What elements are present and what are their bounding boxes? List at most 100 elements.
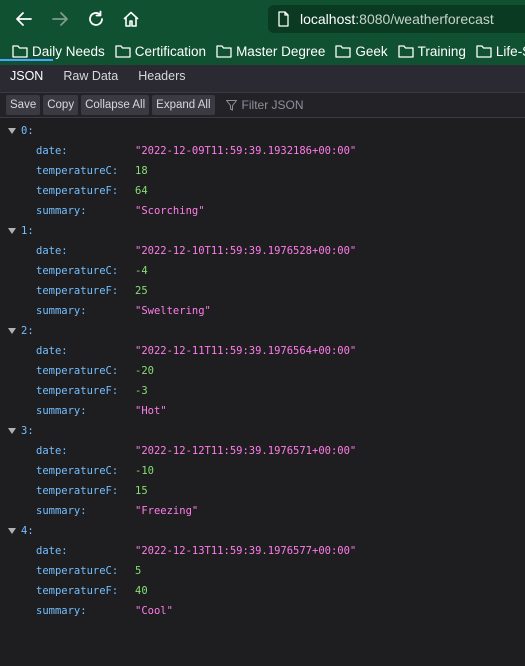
node-index: 3: xyxy=(21,425,34,437)
tree-row-temperaturec: temperatureC: 5 xyxy=(0,561,525,581)
value-string: "Sweltering" xyxy=(135,305,211,317)
tree-row-temperaturec: temperatureC: -4 xyxy=(0,261,525,281)
key-label: date: xyxy=(36,445,68,457)
key-label: summary: xyxy=(36,205,87,217)
value-string: "2022-12-11T11:59:39.1976564+00:00" xyxy=(135,345,357,357)
tree-row-date: date: "2022-12-11T11:59:39.1976564+00:00" xyxy=(0,341,525,361)
value-number: 64 xyxy=(135,185,148,197)
bookmark-label: Geek xyxy=(355,43,388,59)
value-number: -4 xyxy=(135,265,148,277)
bookmark-label: Daily Needs xyxy=(32,43,105,59)
node-index: 0: xyxy=(21,125,34,137)
tree-node-0[interactable]: 0: xyxy=(0,121,525,141)
expand-toggle-icon[interactable] xyxy=(8,428,16,434)
save-button[interactable]: Save xyxy=(6,95,41,115)
value-number: -20 xyxy=(135,365,154,377)
expand-toggle-icon[interactable] xyxy=(8,228,16,234)
bookmark-master-degree[interactable]: Master Degree xyxy=(216,44,325,59)
value-string: "2022-12-09T11:59:39.1932186+00:00" xyxy=(135,145,357,157)
folder-icon xyxy=(115,45,131,58)
tree-row-date: date: "2022-12-13T11:59:39.1976577+00:00" xyxy=(0,541,525,561)
tree-row-date: date: "2022-12-12T11:59:39.1976571+00:00" xyxy=(0,441,525,461)
tree-row-date: date: "2022-12-10T11:59:39.1976528+00:00" xyxy=(0,241,525,261)
key-label: temperatureC: xyxy=(36,265,119,277)
tree-node-1[interactable]: 1: xyxy=(0,221,525,241)
tree-row-summary: summary: "Sweltering" xyxy=(0,301,525,321)
tree-row-temperaturec: temperatureC: -10 xyxy=(0,461,525,481)
forward-button[interactable] xyxy=(48,7,72,31)
key-label: date: xyxy=(36,545,68,557)
back-button[interactable] xyxy=(12,7,36,31)
home-button[interactable] xyxy=(119,7,143,31)
key-label: temperatureF: xyxy=(36,185,119,197)
key-label: temperatureC: xyxy=(36,465,119,477)
bookmark-certification[interactable]: Certification xyxy=(115,44,206,59)
tree-row-temperaturef: temperatureF: 15 xyxy=(0,481,525,501)
value-string: "Cool" xyxy=(135,605,173,617)
tab-json[interactable]: JSON xyxy=(0,59,54,92)
collapse-all-button[interactable]: Collapse All xyxy=(81,95,150,115)
url-host: localhost xyxy=(300,11,356,27)
bookmark-label: Training xyxy=(417,43,466,59)
bookmark-daily-needs[interactable]: Daily Needs xyxy=(12,44,105,59)
key-label: temperatureC: xyxy=(36,565,119,577)
key-label: temperatureF: xyxy=(36,585,119,597)
json-tree: 0: date: "2022-12-09T11:59:39.1932186+00:… xyxy=(0,118,525,621)
home-icon xyxy=(123,11,139,27)
key-label: temperatureF: xyxy=(36,285,119,297)
tree-node-4[interactable]: 4: xyxy=(0,521,525,541)
value-number: 40 xyxy=(135,585,148,597)
bookmark-life-study[interactable]: Life-Study xyxy=(476,44,525,59)
tree-row-temperaturef: temperatureF: 40 xyxy=(0,581,525,601)
expand-toggle-icon[interactable] xyxy=(8,328,16,334)
value-string: "Scorching" xyxy=(135,205,205,217)
key-label: summary: xyxy=(36,405,87,417)
tab-raw-data[interactable]: Raw Data xyxy=(53,66,128,92)
tree-row-temperaturef: temperatureF: 64 xyxy=(0,181,525,201)
expand-toggle-icon[interactable] xyxy=(8,528,16,534)
expand-toggle-icon[interactable] xyxy=(8,128,16,134)
tree-row-temperaturec: temperatureC: -20 xyxy=(0,361,525,381)
value-string: "2022-12-10T11:59:39.1976528+00:00" xyxy=(135,245,357,257)
tree-node-3[interactable]: 3: xyxy=(0,421,525,441)
value-number: -3 xyxy=(135,385,148,397)
value-number: -10 xyxy=(135,465,154,477)
tree-row-summary: summary: "Hot" xyxy=(0,401,525,421)
key-label: temperatureF: xyxy=(36,385,119,397)
browser-toolbar: localhost:8080/weatherforecast xyxy=(0,0,525,37)
reload-icon xyxy=(89,10,103,26)
folder-icon xyxy=(216,45,232,58)
tab-headers[interactable]: Headers xyxy=(128,66,195,92)
page-info-icon[interactable] xyxy=(276,11,290,27)
bookmark-label: Master Degree xyxy=(236,43,326,59)
address-bar[interactable]: localhost:8080/weatherforecast xyxy=(268,5,525,33)
folder-icon xyxy=(397,45,414,58)
value-string: "Hot" xyxy=(135,405,167,417)
key-label: date: xyxy=(36,245,68,257)
expand-all-button[interactable]: Expand All xyxy=(152,95,215,115)
viewer-tabs: JSON Raw Data Headers xyxy=(0,59,525,93)
tree-row-date: date: "2022-12-09T11:59:39.1932186+00:00" xyxy=(0,141,525,161)
tree-row-temperaturef: temperatureF: -3 xyxy=(0,381,525,401)
node-index: 4: xyxy=(21,525,34,537)
filter-placeholder: Filter JSON xyxy=(241,98,304,112)
key-label: summary: xyxy=(36,605,87,617)
value-string: "2022-12-12T11:59:39.1976571+00:00" xyxy=(135,445,357,457)
bookmark-label: Life-Study xyxy=(495,43,525,59)
reload-button[interactable] xyxy=(84,7,108,31)
value-number: 18 xyxy=(135,165,148,177)
folder-icon xyxy=(335,45,352,58)
tree-node-2[interactable]: 2: xyxy=(0,321,525,341)
json-toolbar: Save Copy Collapse All Expand All Filter… xyxy=(0,93,525,118)
bookmarks-bar: Daily Needs Certification Master Degree … xyxy=(0,37,525,65)
filter-json-input[interactable]: Filter JSON xyxy=(225,98,304,112)
filter-icon xyxy=(225,99,237,110)
bookmark-geek[interactable]: Geek xyxy=(335,43,388,59)
bookmark-training[interactable]: Training xyxy=(397,43,466,59)
value-number: 25 xyxy=(135,285,148,297)
value-number: 5 xyxy=(135,565,142,577)
forward-arrow-icon xyxy=(52,12,68,26)
key-label: date: xyxy=(36,345,68,357)
value-number: 15 xyxy=(135,485,148,497)
copy-button[interactable]: Copy xyxy=(43,95,79,115)
